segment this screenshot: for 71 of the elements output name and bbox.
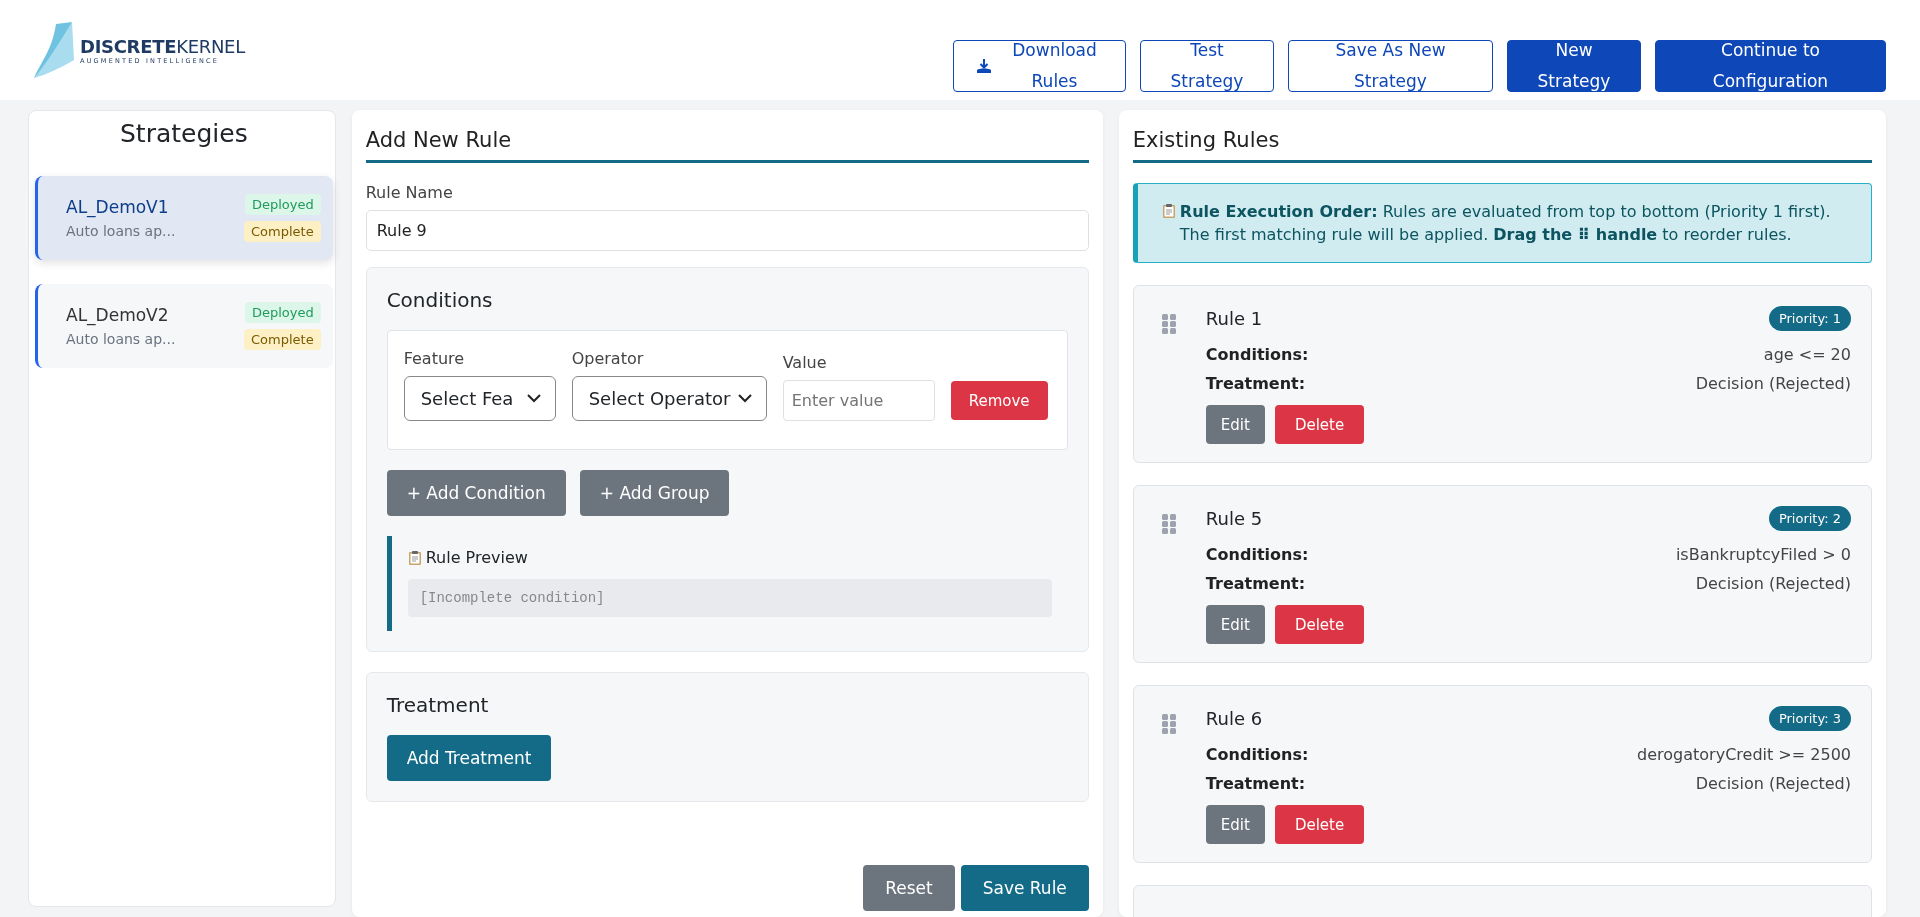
rule-name: Rule 5 bbox=[1205, 508, 1263, 529]
drag-handle-icon[interactable] bbox=[1161, 314, 1176, 334]
strategy-description: Auto loans ap... bbox=[66, 223, 176, 239]
header-button[interactable]: Download Rules bbox=[953, 40, 1126, 92]
section-title: Conditions bbox=[386, 288, 494, 312]
treatment-label: Treatment: bbox=[1205, 574, 1306, 593]
field-label: Operator bbox=[571, 349, 645, 368]
panel-title: Existing Rules bbox=[1132, 128, 1872, 163]
preview-code: [Incomplete condition] bbox=[407, 579, 1052, 617]
treatment-value: Decision (Rejected) bbox=[1695, 374, 1851, 393]
status-badge: Deployed bbox=[244, 302, 321, 323]
priority-badge: Priority: 2 bbox=[1768, 506, 1851, 531]
treatment-value: Decision (Rejected) bbox=[1695, 574, 1851, 593]
treatment-value: Decision (Rejected) bbox=[1695, 774, 1851, 793]
header-button[interactable]: Continue to Configuration bbox=[1655, 40, 1886, 92]
conditions-value: isBankruptcyFiled > 0 bbox=[1675, 545, 1851, 564]
header-button[interactable]: Save As New Strategy bbox=[1288, 40, 1493, 92]
field-label: Feature bbox=[403, 349, 466, 368]
strategy-description: Auto loans ap... bbox=[66, 331, 176, 347]
feature-select[interactable]: Select Fea bbox=[403, 376, 556, 421]
add-group-button[interactable]: + Add Group bbox=[579, 470, 730, 516]
status-badge: Complete bbox=[244, 329, 321, 350]
panel-title: Add New Rule bbox=[365, 128, 1089, 163]
field-label: Value bbox=[782, 353, 828, 372]
edit-button[interactable]: Edit bbox=[1205, 805, 1265, 844]
edit-button[interactable]: Edit bbox=[1205, 405, 1265, 444]
clipboard-icon bbox=[407, 549, 422, 566]
priority-badge: Priority: 1 bbox=[1768, 306, 1851, 331]
delete-button[interactable]: Delete bbox=[1274, 805, 1365, 844]
priority-badge: Priority: 3 bbox=[1768, 706, 1851, 731]
treatment-label: Treatment: bbox=[1205, 774, 1306, 793]
add-treatment-button[interactable]: Add Treatment bbox=[386, 735, 552, 781]
status-badge: Complete bbox=[244, 221, 321, 242]
conditions-value: derogatoryCredit >= 2500 bbox=[1637, 745, 1851, 764]
clipboard-icon bbox=[1161, 203, 1176, 219]
conditions-label: Conditions: bbox=[1205, 345, 1309, 364]
field-label: Rule Name bbox=[365, 183, 454, 202]
download-icon bbox=[976, 58, 992, 74]
delete-button[interactable]: Delete bbox=[1274, 605, 1365, 644]
drag-handle-icon[interactable] bbox=[1161, 514, 1176, 534]
status-badge: Deployed bbox=[244, 194, 321, 215]
treatment-label: Treatment: bbox=[1205, 374, 1306, 393]
conditions-label: Conditions: bbox=[1205, 545, 1309, 564]
header-button[interactable]: Test Strategy bbox=[1140, 40, 1274, 92]
panel-title: Strategies bbox=[119, 119, 249, 148]
add-condition-button[interactable]: + Add Condition bbox=[386, 470, 566, 516]
strategy-name: AL_DemoV2 bbox=[66, 305, 170, 325]
delete-button[interactable]: Delete bbox=[1274, 405, 1365, 444]
reset-button[interactable]: Reset bbox=[863, 865, 955, 911]
drag-handle-icon[interactable] bbox=[1161, 714, 1176, 734]
conditions-value: age <= 20 bbox=[1763, 345, 1851, 364]
section-title: Treatment bbox=[386, 693, 490, 717]
conditions-label: Conditions: bbox=[1205, 745, 1309, 764]
value-input[interactable]: Enter value bbox=[782, 380, 935, 421]
header-button[interactable]: New Strategy bbox=[1507, 40, 1641, 92]
brand-name: DISCRETEKERNEL bbox=[80, 35, 245, 57]
rule-name-input[interactable]: Rule 9 bbox=[365, 210, 1089, 251]
chevron-down-icon bbox=[737, 394, 752, 403]
preview-title: Rule Preview bbox=[425, 548, 528, 567]
edit-button[interactable]: Edit bbox=[1205, 605, 1265, 644]
chevron-down-icon bbox=[526, 394, 541, 403]
rule-name: Rule 1 bbox=[1205, 308, 1263, 329]
save-rule-button[interactable]: Save Rule bbox=[960, 865, 1089, 911]
strategy-item[interactable]: AL_DemoV1 Auto loans ap... Deployed Complete bbox=[35, 176, 333, 260]
strategy-item[interactable]: AL_DemoV2 Auto loans ap... Deployed Complete bbox=[35, 284, 333, 368]
operator-select[interactable]: Select Operator bbox=[571, 376, 767, 421]
strategy-name: AL_DemoV1 bbox=[66, 197, 170, 217]
rule-name: Rule 6 bbox=[1205, 708, 1263, 729]
remove-button[interactable]: Remove bbox=[950, 381, 1048, 420]
logo-icon bbox=[32, 20, 76, 80]
info-text: Rule Execution Order: Rules are evaluated from top to bottom (Priority 1 first). The first matching rule will be applied. Drag the ⠿ handle to reorder rules. bbox=[1179, 201, 1832, 246]
